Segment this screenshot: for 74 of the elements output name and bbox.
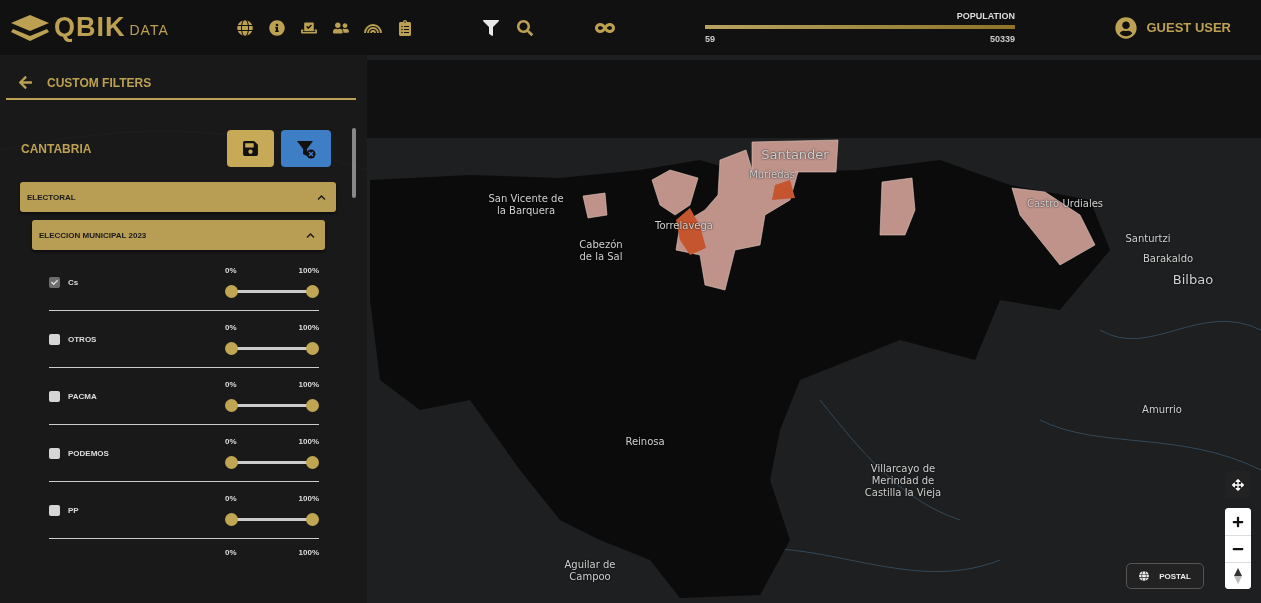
chevron-up-icon <box>306 230 315 240</box>
slider-min-label: 0% <box>225 380 237 389</box>
plus-icon <box>1232 515 1244 528</box>
map-place-label: Bilbao <box>1172 272 1214 288</box>
map-place-label: Aguilar de Campoo <box>564 559 616 583</box>
party-label: OTROS <box>68 334 97 344</box>
checkbox[interactable] <box>49 447 60 459</box>
map-place-label: Villarcayo de Merindad de Castilla la Vieja <box>864 463 942 499</box>
slider-min-label: 0% <box>225 266 237 275</box>
filter-icon[interactable] <box>481 17 501 38</box>
map-place-label: Castro Urdiales <box>1026 198 1104 210</box>
range-slider[interactable] <box>225 342 319 355</box>
map-place-label: Santander <box>761 147 829 163</box>
search-icon[interactable] <box>515 17 535 38</box>
slider-max-label: 100% <box>298 323 319 332</box>
population-max: 50339 <box>989 34 1015 44</box>
checkbox[interactable] <box>49 504 60 516</box>
checkbox[interactable] <box>49 276 60 288</box>
scrollbar-thumb[interactable] <box>352 128 356 198</box>
map-place-label: San Vicente de la Barquera <box>488 193 564 217</box>
highlighted-municipality[interactable] <box>651 169 699 216</box>
highlighted-municipality[interactable] <box>582 192 608 219</box>
map-place-label: Barakaldo <box>1142 253 1194 265</box>
party-label: PODEMOS <box>68 448 109 458</box>
population-label: POPULATION <box>956 11 1015 21</box>
range-slider[interactable] <box>225 399 319 412</box>
checkbox[interactable] <box>49 333 60 345</box>
slider-max-label: 100% <box>298 494 319 503</box>
chevron-up-icon <box>317 192 326 202</box>
party-label: Cs <box>68 277 79 287</box>
range-slider[interactable] <box>225 513 319 526</box>
top-municipality[interactable] <box>772 180 795 200</box>
pan-button[interactable] <box>1225 471 1251 498</box>
slider-max-label: 100% <box>298 548 319 557</box>
postal-layer-button[interactable]: POSTAL <box>1126 563 1204 589</box>
map-place-label: Reinosa <box>625 436 665 448</box>
save-button[interactable] <box>227 130 274 167</box>
map-place-label: Cabezón de la Sal <box>579 239 623 263</box>
map-place-label: Torrelavega <box>655 220 713 232</box>
user-avatar-icon <box>1115 16 1138 39</box>
region-name: CANTABRIA <box>21 141 92 156</box>
slider-min-label: 0% <box>225 323 237 332</box>
range-slider[interactable] <box>225 285 319 298</box>
logo-wordmark: QBIK <box>54 12 126 43</box>
range-slider[interactable] <box>225 456 319 469</box>
move-icon <box>1232 478 1244 491</box>
party-label: PP <box>68 505 79 515</box>
compass-button[interactable] <box>1225 562 1251 589</box>
slider-max-label: 100% <box>298 380 319 389</box>
logo-icon <box>10 13 50 42</box>
highlighted-municipality[interactable] <box>879 177 916 236</box>
map-place-label: Amurrio <box>1142 404 1182 416</box>
globe-icon <box>1139 571 1150 581</box>
panel-title: CUSTOM FILTERS <box>47 75 152 90</box>
population-min: 59 <box>705 34 715 44</box>
population-slider[interactable] <box>705 25 1015 29</box>
slider-min-label: 0% <box>225 494 237 503</box>
slider-max-label: 100% <box>298 266 319 275</box>
info-icon[interactable] <box>267 17 287 38</box>
filter-clear-icon <box>296 138 316 159</box>
map-place-label: Santurtzi <box>1125 233 1171 245</box>
logo-subtitle: DATA <box>129 21 169 38</box>
slider-max-label: 100% <box>298 437 319 446</box>
party-label: PACMA <box>68 391 97 401</box>
map-place-label: Muriedas <box>749 169 795 181</box>
clear-filter-button[interactable] <box>281 130 331 167</box>
user-menu[interactable]: GUEST USER <box>1115 16 1231 39</box>
checkbox[interactable] <box>49 390 60 402</box>
slider-min-label: 0% <box>225 437 237 446</box>
accordion-header[interactable]: ELECTORAL <box>20 182 336 212</box>
slider-min-label: 0% <box>225 548 237 557</box>
back-arrow-icon[interactable] <box>18 75 33 90</box>
compass-icon <box>1234 568 1242 584</box>
accordion-header[interactable]: ELECCION MUNICIPAL 2023 <box>32 220 325 250</box>
